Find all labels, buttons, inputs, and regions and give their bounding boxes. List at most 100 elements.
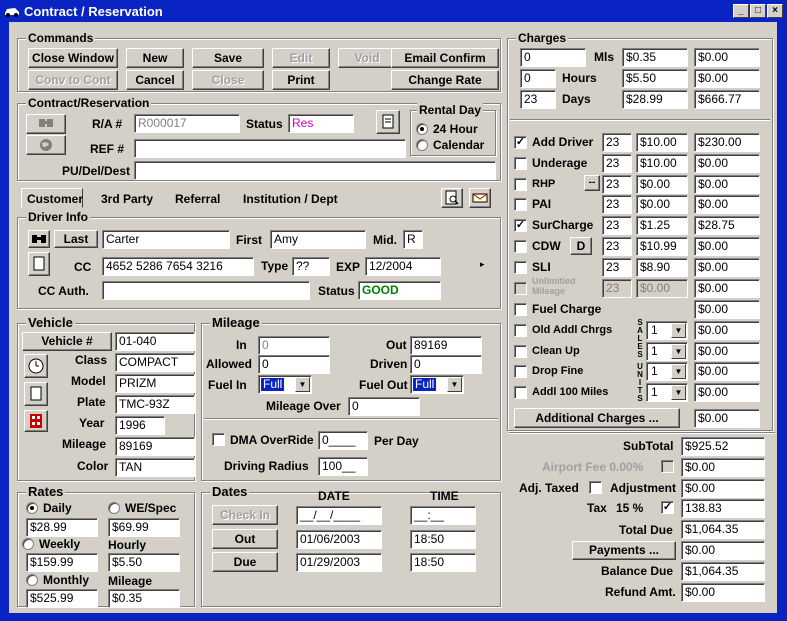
model-field[interactable]: PRIZM [115,374,195,393]
we-spec-rate-field[interactable]: $69.99 [108,518,180,537]
close-window-button[interactable]: Close Window [28,48,118,68]
last-name-field[interactable]: Carter [102,230,230,249]
globe-icon[interactable] [26,135,66,155]
vehicle-mileage-field[interactable]: 89169 [115,437,195,456]
close-button[interactable]: Close [192,70,264,90]
old-addl-qty-select[interactable]: 1 ▼ [646,321,688,340]
addl-100-qty-select[interactable]: 1 ▼ [646,383,688,402]
tax-field[interactable]: 138.83 [681,499,765,518]
24-hour-radio[interactable] [416,123,428,135]
print-button[interactable]: Print [272,70,330,90]
edit-button[interactable]: Edit [272,48,330,68]
expand-arrow-icon[interactable]: ▸ [480,259,485,270]
close-window-x-button[interactable]: × [767,4,783,18]
unlimited-mileage-rate-field[interactable]: $0.00 [636,279,688,298]
calculator-icon[interactable] [24,410,48,432]
out-time-field[interactable]: 18:50 [410,530,476,549]
additional-charges-amount-field[interactable]: $0.00 [694,409,760,428]
change-rate-button[interactable]: Change Rate [391,70,499,90]
monthly-rate-field[interactable]: $525.99 [26,589,98,608]
pai-qty-field[interactable]: 23 [602,195,632,214]
fuel-out-select[interactable]: Full ▼ [410,375,464,394]
fuel-in-select[interactable]: Full ▼ [258,375,312,394]
fuel-charge-checkbox[interactable] [514,303,527,316]
pudel-dest-field[interactable] [134,161,496,180]
underage-checkbox[interactable] [514,157,527,170]
cancel-button[interactable]: Cancel [126,70,184,90]
chevron-down-icon[interactable]: ▼ [671,385,686,400]
preview-icon[interactable] [441,188,463,208]
maximize-button[interactable]: □ [750,4,766,18]
year-field[interactable]: 1996 [115,416,165,435]
chevron-down-icon[interactable]: ▼ [447,377,462,392]
drop-fine-amount-field[interactable]: $0.00 [694,362,760,381]
binoculars-icon[interactable] [26,114,66,134]
tax-checkbox[interactable]: ✓ [661,501,674,514]
allowed-field[interactable]: 0 [258,355,330,374]
hours-qty-field[interactable]: 0 [520,69,556,88]
add-driver-checkbox[interactable]: ✓ [514,136,527,149]
mileage-over-field[interactable]: 0 [348,397,420,416]
notes-icon[interactable] [376,110,400,134]
chevron-down-icon[interactable]: ▼ [295,377,310,392]
due-button[interactable]: Due [212,552,278,572]
due-date-field[interactable]: 01/29/2003 [296,553,382,572]
chevron-down-icon[interactable]: ▼ [671,323,686,338]
drop-fine-checkbox[interactable] [514,365,527,378]
void-button[interactable]: Void [338,48,396,68]
adj-taxed-checkbox[interactable] [589,481,602,494]
driving-radius-field[interactable]: 100__ [318,457,368,476]
mileage-rate-field[interactable]: $0.35 [108,589,180,608]
balance-due-field[interactable]: $1,064.35 [681,562,765,581]
vehicle-notes-icon[interactable] [24,382,48,406]
cdw-checkbox[interactable] [514,240,527,253]
daily-radio[interactable] [26,502,38,514]
miles-qty-field[interactable]: 0 [520,48,586,67]
surcharge-checkbox[interactable]: ✓ [514,219,527,232]
vehicle-number-field[interactable]: 01-040 [115,332,195,351]
payments-button[interactable]: Payments ... [572,541,676,560]
old-addl-charges-checkbox[interactable] [514,324,527,337]
airport-fee-field[interactable]: $0.00 [681,458,765,477]
pai-amount-field[interactable]: $0.00 [694,195,760,214]
driver-notes-icon[interactable] [28,252,50,276]
subtotal-field[interactable]: $925.52 [681,437,765,456]
driver-status-field[interactable]: GOOD [358,281,441,300]
unlimited-mileage-checkbox[interactable] [514,282,527,295]
refund-amount-field[interactable]: $0.00 [681,583,765,602]
sli-qty-field[interactable]: 23 [602,258,632,277]
color-field[interactable]: TAN [115,458,195,477]
adjustment-field[interactable]: $0.00 [681,479,765,498]
days-amount-field[interactable]: $666.77 [694,90,760,109]
rhp-checkbox[interactable] [514,178,527,191]
conv-to-cont-button[interactable]: Conv to Cont [28,70,118,90]
unlimited-mileage-qty-field[interactable]: 23 [602,279,632,298]
underage-amount-field[interactable]: $0.00 [694,154,760,173]
days-rate-field[interactable]: $28.99 [622,90,688,109]
ra-number-field[interactable]: R000017 [134,114,240,133]
airport-fee-checkbox[interactable] [661,460,674,473]
tab-institution-dept[interactable]: Institution / Dept [243,192,338,206]
class-field[interactable]: COMPACT [115,353,195,372]
rhp-amount-field[interactable]: $0.00 [694,175,760,194]
rhp-rate-field[interactable]: $0.00 [636,175,688,194]
addl-100-miles-checkbox[interactable] [514,386,527,399]
weekly-radio[interactable] [22,538,34,550]
underage-rate-field[interactable]: $10.00 [636,154,688,173]
fuel-charge-amount-field[interactable]: $0.00 [694,300,760,319]
clean-up-checkbox[interactable] [514,345,527,358]
dma-override-checkbox[interactable] [212,433,225,446]
plate-field[interactable]: TMC-93Z [115,395,195,414]
cc-auth-field[interactable] [102,281,310,300]
monthly-radio[interactable] [26,574,38,586]
title-bar[interactable]: Contract / Reservation _ □ × [0,0,787,22]
clean-up-amount-field[interactable]: $0.00 [694,342,760,361]
add-driver-qty-field[interactable]: 23 [602,133,632,152]
mileage-in-field[interactable]: 0 [258,336,330,355]
mail-icon[interactable] [469,188,491,208]
save-button[interactable]: Save [192,48,264,68]
pai-rate-field[interactable]: $0.00 [636,195,688,214]
chevron-down-icon[interactable]: ▼ [671,364,686,379]
chevron-down-icon[interactable]: ▼ [671,344,686,359]
tab-referral[interactable]: Referral [175,192,220,206]
